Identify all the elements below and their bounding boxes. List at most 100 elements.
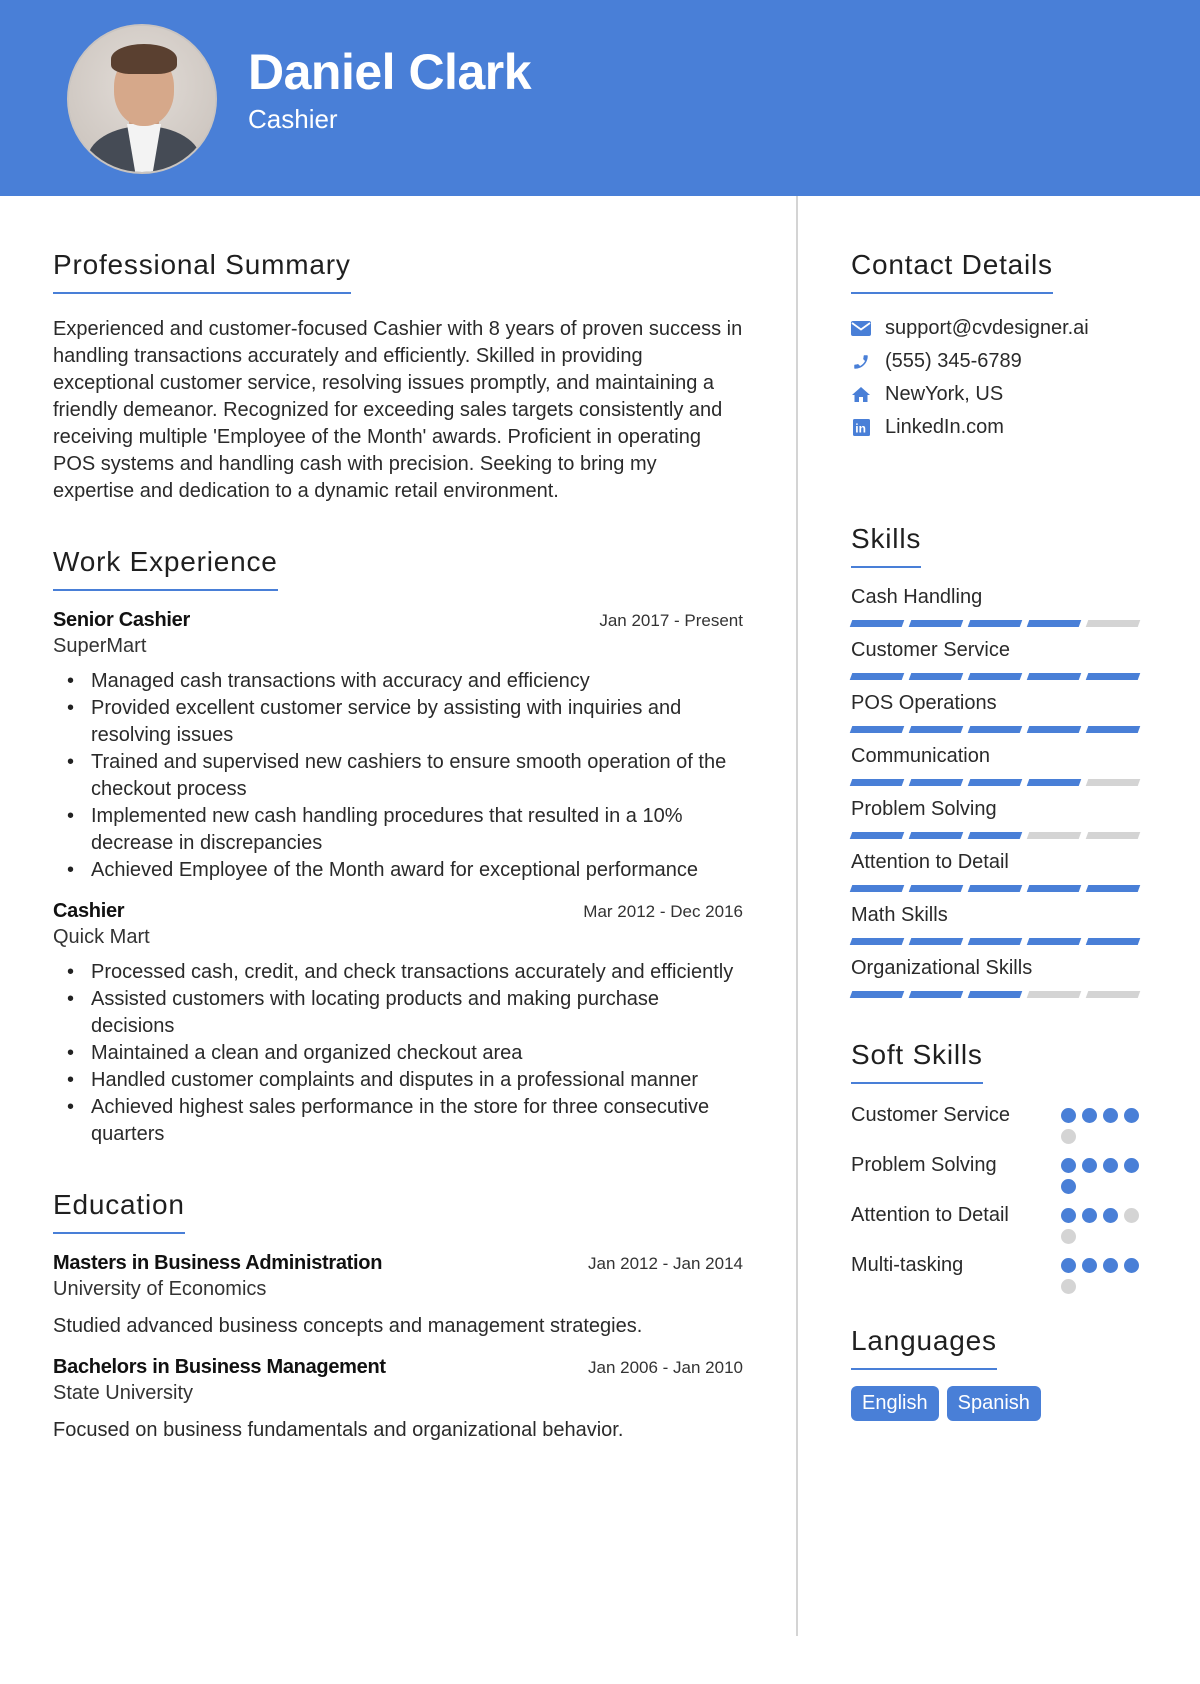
skill-segment-filled (967, 885, 1023, 892)
skill-segment-filled (908, 885, 964, 892)
rating-dot-filled (1061, 1258, 1076, 1273)
rating-dot-filled (1103, 1208, 1118, 1223)
home-icon (851, 385, 871, 405)
skill-label: Problem Solving (851, 798, 997, 820)
main-column: Professional Summary Experienced and cus… (53, 248, 743, 1444)
svg-text:in: in (855, 422, 866, 436)
rating-dot-filled (1103, 1108, 1118, 1123)
contact-text: LinkedIn.com (885, 416, 1004, 438)
job-bullets: Processed cash, credit, and check transa… (53, 959, 743, 1148)
skill-segment-filled (908, 620, 964, 627)
skill-segment-filled (849, 726, 905, 733)
job-company: SuperMart (53, 635, 147, 657)
skill-segment-filled (849, 620, 905, 627)
skill-level-bar (849, 938, 1151, 945)
soft-skill-rating (1061, 1152, 1151, 1194)
skill-segment-filled (967, 991, 1023, 998)
contact-text: (555) 345-6789 (885, 350, 1022, 372)
job-entry: Cashier Mar 2012 - Dec 2016 Quick Mart P… (53, 898, 743, 1148)
rating-dot-filled (1124, 1108, 1139, 1123)
rating-dot-filled (1061, 1208, 1076, 1223)
rating-dot-filled (1082, 1158, 1097, 1173)
skill-level-bar (849, 673, 1151, 680)
skill-segment-filled (1085, 885, 1141, 892)
skill-segment-filled (967, 726, 1023, 733)
rating-dot-filled (1103, 1158, 1118, 1173)
professional-summary-section: Professional Summary Experienced and cus… (53, 248, 743, 505)
contact-email[interactable]: support@cvdesigner.ai (851, 312, 1151, 345)
section-title: Skills (851, 523, 922, 554)
skill-segment-filled (1085, 673, 1141, 680)
rating-dot-filled (1082, 1108, 1097, 1123)
skill-item: POS Operations (849, 690, 1151, 733)
job-bullet: Provided excellent customer service by a… (53, 695, 743, 749)
envelope-icon (851, 319, 871, 339)
skill-level-bar (849, 620, 1151, 627)
soft-skill-rating (1061, 1202, 1151, 1244)
soft-skill-item: Customer Service (851, 1102, 1151, 1144)
language-chip: Spanish (946, 1386, 1041, 1421)
skill-item: Customer Service (849, 637, 1151, 680)
skill-label: Cash Handling (851, 586, 983, 608)
rating-dot-filled (1103, 1258, 1118, 1273)
profile-photo (67, 24, 217, 174)
rating-dot-filled (1124, 1158, 1139, 1173)
job-bullet: Managed cash transactions with accuracy … (53, 668, 743, 695)
skill-segment-filled (1026, 673, 1082, 680)
skill-segment-filled (967, 779, 1023, 786)
skill-segment-filled (849, 885, 905, 892)
contact-text: support@cvdesigner.ai (885, 317, 1089, 339)
skills-list: Cash Handling Customer Service POS Operati… (849, 584, 1151, 998)
skill-segment-empty (1085, 832, 1141, 839)
rating-dot-filled (1082, 1208, 1097, 1223)
skill-label: POS Operations (851, 692, 997, 714)
skill-segment-filled (908, 779, 964, 786)
soft-skill-item: Problem Solving (851, 1152, 1151, 1194)
candidate-title: Cashier (248, 104, 338, 134)
languages-section: Languages English Spanish (851, 1324, 1151, 1421)
linkedin-icon: in (851, 418, 871, 438)
rating-dot-empty (1061, 1129, 1076, 1144)
skill-item: Attention to Detail (849, 849, 1151, 892)
section-underline (851, 1082, 983, 1084)
skill-segment-filled (849, 779, 905, 786)
degree: Masters in Business Administration (53, 1252, 383, 1274)
section-title: Contact Details (851, 249, 1053, 280)
skill-segment-empty (1085, 620, 1141, 627)
rating-dot-empty (1061, 1279, 1076, 1294)
soft-skill-label: Customer Service (851, 1104, 1010, 1126)
skill-item: Cash Handling (849, 584, 1151, 627)
skill-level-bar (849, 991, 1151, 998)
skill-segment-filled (849, 991, 905, 998)
resume-header: Daniel Clark Cashier (0, 0, 1200, 196)
section-underline (851, 566, 922, 568)
summary-text: Experienced and customer-focused Cashier… (53, 318, 743, 502)
skill-label: Communication (851, 745, 990, 767)
skill-segment-filled (1026, 938, 1082, 945)
soft-skill-item: Multi-tasking (851, 1252, 1151, 1294)
school: University of Economics (53, 1278, 267, 1300)
contact-phone[interactable]: (555) 345-6789 (851, 345, 1151, 378)
languages-list: English Spanish (851, 1386, 1151, 1421)
skill-segment-filled (908, 726, 964, 733)
section-underline (53, 292, 351, 294)
job-role: Cashier (53, 900, 125, 922)
skill-label: Customer Service (851, 639, 1010, 661)
contact-text: NewYork, US (885, 383, 1004, 405)
rating-dot-filled (1061, 1179, 1076, 1194)
job-dates: Jan 2017 - Present (599, 611, 743, 630)
section-underline (53, 1232, 185, 1234)
section-underline (53, 589, 278, 591)
phone-icon (851, 352, 871, 372)
job-bullets: Managed cash transactions with accuracy … (53, 668, 743, 884)
job-bullet: Processed cash, credit, and check transa… (53, 959, 743, 986)
job-bullet: Trained and supervised new cashiers to e… (53, 749, 743, 803)
skill-segment-filled (908, 991, 964, 998)
section-title: Work Experience (53, 546, 278, 577)
contact-linkedin[interactable]: in LinkedIn.com (851, 411, 1151, 444)
skill-segment-filled (849, 938, 905, 945)
skill-segment-filled (849, 832, 905, 839)
education-entry: Bachelors in Business Management Jan 200… (53, 1354, 743, 1444)
job-bullet: Achieved highest sales performance in th… (53, 1094, 743, 1148)
skill-segment-empty (1026, 832, 1082, 839)
